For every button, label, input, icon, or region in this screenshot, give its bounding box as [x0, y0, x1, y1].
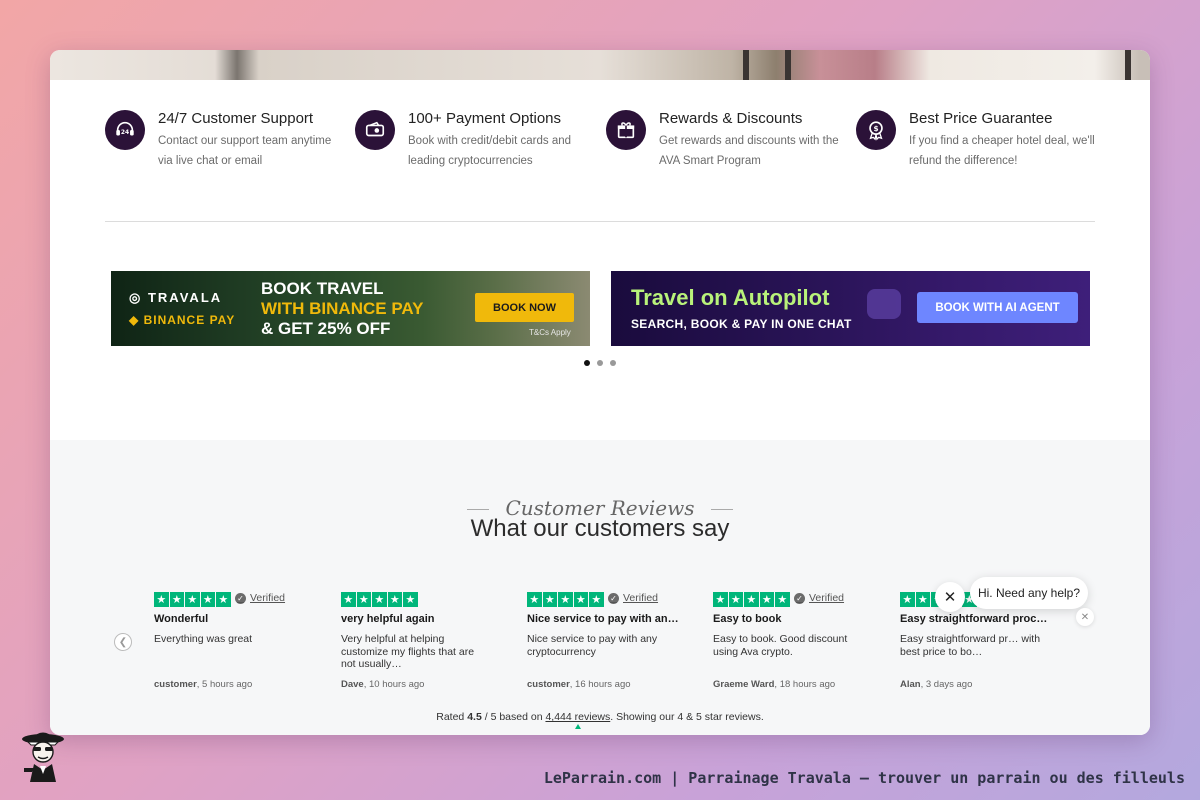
browser-window: 24 24/7 Customer Support Contact our sup… — [50, 50, 1150, 735]
star-rating: ★★★★★ — [341, 592, 418, 607]
feature-title: Rewards & Discounts — [659, 110, 803, 127]
carousel-dot[interactable] — [610, 360, 616, 366]
review-title: Nice service to pay with an… — [527, 613, 679, 625]
wallet-icon — [355, 110, 395, 150]
check-icon: ✓ — [235, 592, 246, 604]
feature-list: 24 24/7 Customer Support Contact our sup… — [105, 108, 1095, 178]
review-text: Nice service to pay with any cryptocurre… — [527, 633, 658, 658]
feature-description: If you find a cheaper hotel deal, we'll … — [909, 135, 1095, 167]
feature-title: 100+ Payment Options — [408, 110, 562, 127]
check-icon: ✓ — [608, 592, 619, 604]
review-text: Very helpful at helping customize my fli… — [341, 633, 475, 670]
book-with-ai-agent-button[interactable]: BOOK WITH AI AGENT — [917, 292, 1078, 323]
previous-arrow-icon[interactable]: ❮ — [114, 633, 132, 651]
headset-24-icon: 24 — [105, 110, 145, 150]
reviews-summary: Rated 4.5 / 5 based on 4,444 reviews. Sh… — [436, 711, 764, 723]
carousel-dot[interactable] — [597, 360, 603, 366]
ai-agent-banner[interactable]: Travel on Autopilot SEARCH, BOOK & PAY I… — [611, 271, 1090, 346]
banner-subtitle: SEARCH, BOOK & PAY IN ONE CHAT — [631, 317, 852, 331]
banner-title: Travel on Autopilot — [631, 285, 830, 310]
svg-text:24: 24 — [121, 129, 129, 136]
review-meta: customer, 16 hours ago — [527, 679, 631, 690]
verified-badge[interactable]: ✓Verified — [608, 592, 658, 604]
binance-pay-banner[interactable]: ◎ TRAVALA ◆ BINANCE PAY BOOK TRAVEL WITH… — [111, 271, 590, 346]
star-rating: ★★★★★ — [154, 592, 231, 607]
review-text: Easy to book. Good discount using Ava cr… — [713, 633, 848, 658]
travala-logo: ◎ TRAVALA — [129, 290, 223, 305]
carousel-dots — [584, 360, 616, 366]
footer-caption: LeParrain.com | Parrainage Travala — tro… — [543, 769, 1185, 787]
verified-badge[interactable]: ✓Verified — [794, 592, 844, 604]
review-meta: Dave, 10 hours ago — [341, 679, 425, 690]
parrain-mascot-logo — [22, 732, 64, 782]
gift-icon — [606, 110, 646, 150]
dismiss-chat-icon[interactable]: ✕ — [1076, 608, 1094, 626]
review-meta: customer, 5 hours ago — [154, 679, 253, 690]
chat-close-icon[interactable]: ✕ — [935, 582, 965, 612]
star-rating: ★★★★★ — [527, 592, 604, 607]
star-rating: ★★★★★ — [713, 592, 790, 607]
robot-icon — [867, 289, 901, 319]
feature-description: Contact our support team anytime via liv… — [158, 135, 332, 167]
book-now-button[interactable]: BOOK NOW — [475, 293, 574, 322]
review-text: Easy straightforward pr… with best price… — [900, 633, 1041, 658]
feature-description: Get rewards and discounts with the AVA S… — [659, 135, 839, 167]
review-title: Easy straightforward proc… — [900, 613, 1048, 625]
chair-leg-decor — [785, 50, 791, 80]
review-title: Easy to book — [713, 613, 782, 625]
reviews-count-link[interactable]: 4,444 reviews — [545, 711, 610, 723]
review-meta: Graeme Ward, 18 hours ago — [713, 679, 836, 690]
verified-badge[interactable]: ✓Verified — [235, 592, 285, 604]
hero-image-strip — [50, 50, 1150, 80]
review-text: Everything was great — [154, 633, 253, 645]
binance-pay-logo: ◆ BINANCE PAY — [129, 313, 236, 327]
carousel-dot[interactable] — [584, 360, 590, 366]
chair-leg-decor — [1125, 50, 1131, 80]
trustpilot-star-icon — [575, 724, 581, 729]
chair-leg-decor — [743, 50, 749, 80]
review-title: Wonderful — [154, 613, 209, 625]
feature-title: Best Price Guarantee — [909, 110, 1053, 127]
review-title: very helpful again — [341, 613, 435, 625]
price-badge-icon: $ — [856, 110, 896, 150]
feature-title: 24/7 Customer Support — [158, 110, 314, 127]
terms-note: T&Cs Apply — [529, 328, 571, 337]
review-meta: Alan, 3 days ago — [900, 679, 973, 690]
reviews-heading: What our customers say — [470, 515, 730, 542]
check-icon: ✓ — [794, 592, 805, 604]
banner-headline: BOOK TRAVEL WITH BINANCE PAY & GET 25% O… — [261, 279, 424, 338]
feature-description: Book with credit/debit cards and leading… — [408, 135, 572, 167]
svg-text:$: $ — [873, 124, 878, 133]
section-divider — [105, 221, 1095, 222]
chat-greeting-bubble[interactable]: Hi. Need any help? — [970, 577, 1088, 609]
